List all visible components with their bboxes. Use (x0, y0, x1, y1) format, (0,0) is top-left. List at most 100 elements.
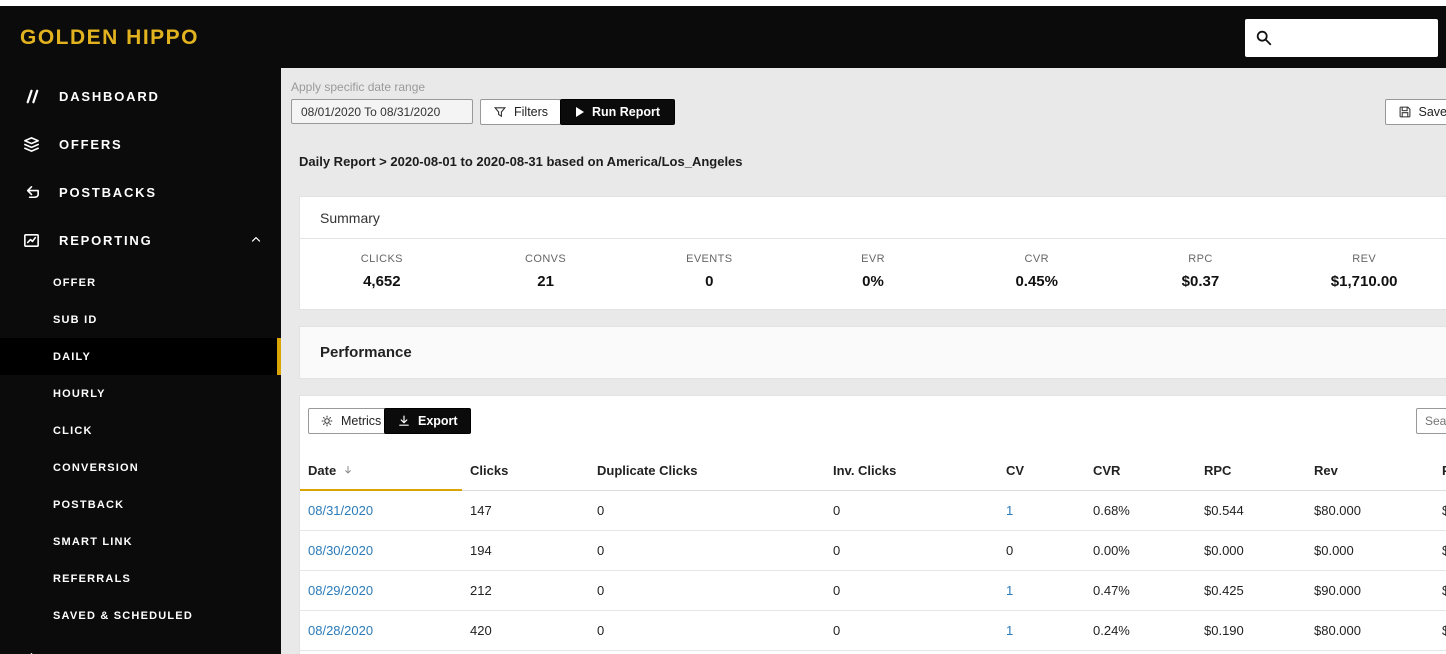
metric-rpc: RPC $0.37 (1119, 253, 1283, 290)
play-icon (576, 107, 584, 117)
table-header-row: Date Clicks Duplicate Clicks Inv. Clicks… (300, 452, 1446, 491)
postbacks-icon (26, 185, 39, 198)
search-icon (1256, 30, 1272, 46)
sidebar-subitem-saved-scheduled[interactable]: SAVED & SCHEDULED (0, 597, 281, 634)
date-link[interactable]: 08/28/2020 (308, 623, 373, 638)
save-icon (1399, 106, 1410, 118)
topbar (281, 6, 1446, 68)
cell-rev: $90.000 (1306, 570, 1434, 611)
table-row: 08/31/2020 147 0 0 1 0.68% $0.544 $80.00… (300, 490, 1446, 531)
sidebar-subitem-postback[interactable]: POSTBACK (0, 486, 281, 523)
cell-rpc: $0.544 (1196, 490, 1306, 531)
cell-cvr: 0.47% (1085, 570, 1196, 611)
table-row: 08/29/2020 212 0 0 1 0.47% $0.425 $90.00… (300, 570, 1446, 611)
sidebar-subitem-hourly[interactable]: HOURLY (0, 375, 281, 412)
sidebar-item-label: OFFERS (59, 136, 123, 152)
subitem-label: SUB ID (53, 313, 98, 326)
save-report-button[interactable]: Save (1384, 99, 1446, 125)
cell-rpc: $0.190 (1196, 610, 1306, 651)
cell-inv-clicks: 0 (825, 570, 998, 611)
metrics-button[interactable]: Metrics (308, 408, 394, 434)
table-search-input[interactable] (1416, 408, 1446, 434)
main-content: Apply specific date range Filters Run Re… (281, 68, 1446, 654)
metric-label: EVENTS (686, 253, 733, 265)
column-label: Inv. Clicks (833, 463, 897, 479)
column-header-clicks[interactable]: Clicks (462, 452, 589, 491)
metric-value: 4,652 (363, 273, 401, 290)
subitem-label: REFERRALS (53, 572, 132, 585)
cv-link[interactable]: 1 (1006, 623, 1013, 638)
date-link[interactable]: 08/29/2020 (308, 583, 373, 598)
cell-rpc: $0.425 (1196, 570, 1306, 611)
column-header-inv-clicks[interactable]: Inv. Clicks (825, 452, 998, 491)
sidebar-subitem-sub-id[interactable]: SUB ID (0, 301, 281, 338)
sidebar-subitem-offer[interactable]: OFFER (0, 264, 281, 301)
export-button[interactable]: Export (384, 408, 471, 434)
sidebar-item-label: POSTBACKS (59, 184, 157, 200)
metric-label: CONVS (525, 253, 567, 265)
metric-rev: REV $1,710.00 (1282, 253, 1446, 290)
chevron-up-icon (249, 232, 263, 249)
table-row: 08/28/2020 420 0 0 1 0.24% $0.190 $80.00… (300, 610, 1446, 651)
sidebar-item-label: REPORTING (59, 232, 153, 248)
metric-value: $1,710.00 (1330, 273, 1398, 290)
metric-value: 0 (705, 273, 714, 290)
performance-table: Date Clicks Duplicate Clicks Inv. Clicks… (300, 452, 1446, 651)
sort-desc-icon (336, 463, 354, 478)
cell-truncated: $ (1434, 530, 1446, 571)
date-link[interactable]: 08/31/2020 (308, 503, 373, 518)
run-report-button[interactable]: Run Report (560, 99, 676, 125)
global-search-input[interactable] (1273, 19, 1438, 57)
sidebar-item-reporting[interactable]: REPORTING (0, 216, 281, 264)
analytics-icon (30, 652, 33, 654)
column-header-cvr[interactable]: CVR (1085, 452, 1196, 491)
dashboard-icon (26, 89, 39, 103)
sidebar-item-postbacks[interactable]: POSTBACKS (0, 168, 281, 216)
cv-link[interactable]: 1 (1006, 583, 1013, 598)
sidebar-item-dashboard[interactable]: DASHBOARD (0, 72, 281, 120)
filters-button-label: Filters (514, 105, 549, 119)
column-header-rev[interactable]: Rev (1306, 452, 1434, 491)
column-header-rpc[interactable]: RPC (1196, 452, 1306, 491)
subitem-label: CLICK (53, 424, 93, 437)
metrics-button-label: Metrics (341, 414, 382, 428)
cell-duplicate-clicks: 0 (589, 490, 825, 531)
sidebar-subitem-smart-link[interactable]: SMART LINK (0, 523, 281, 560)
filters-button[interactable]: Filters (480, 99, 562, 125)
subitem-label: DAILY (53, 350, 91, 363)
cell-cvr: 0.00% (1085, 530, 1196, 571)
column-header-truncated[interactable]: P (1434, 452, 1446, 491)
cell-clicks: 212 (462, 570, 589, 611)
cell-cvr: 0.68% (1085, 490, 1196, 531)
sidebar-item-analytics[interactable]: ANALYTICS (0, 634, 281, 654)
column-label: Clicks (470, 463, 509, 479)
column-header-duplicate-clicks[interactable]: Duplicate Clicks (589, 452, 825, 491)
sidebar-subitem-daily[interactable]: DAILY (0, 338, 281, 375)
cv-link[interactable]: 1 (1006, 503, 1013, 518)
column-header-cv[interactable]: CV (998, 452, 1085, 491)
sidebar-item-label: ANALYTICS (59, 651, 148, 654)
sidebar-subitem-conversion[interactable]: CONVERSION (0, 449, 281, 486)
cell-inv-clicks: 0 (825, 610, 998, 651)
date-range-label: Apply specific date range (291, 80, 426, 94)
metric-label: CVR (1024, 253, 1049, 265)
column-label: Rev (1314, 463, 1338, 479)
sidebar-item-offers[interactable]: OFFERS (0, 120, 281, 168)
summary-card: Summary CLICKS 4,652 CONVS 21 EVENTS 0 E… (299, 196, 1446, 310)
cell-duplicate-clicks: 0 (589, 530, 825, 571)
cell-rev: $80.000 (1306, 490, 1434, 531)
offers-icon (24, 136, 39, 152)
reporting-icon (24, 233, 39, 247)
cell-cv: 0 (998, 530, 1085, 571)
cell-rev: $0.000 (1306, 530, 1434, 571)
metric-label: RPC (1188, 253, 1213, 265)
filter-funnel-icon (493, 107, 507, 118)
sidebar-subitem-click[interactable]: CLICK (0, 412, 281, 449)
sidebar-subitem-referrals[interactable]: REFERRALS (0, 560, 281, 597)
column-header-date[interactable]: Date (300, 452, 462, 491)
cell-truncated: $ (1434, 490, 1446, 531)
date-link[interactable]: 08/30/2020 (308, 543, 373, 558)
date-range-input[interactable] (291, 99, 473, 124)
subitem-label: OFFER (53, 276, 97, 289)
metric-clicks: CLICKS 4,652 (300, 253, 464, 290)
